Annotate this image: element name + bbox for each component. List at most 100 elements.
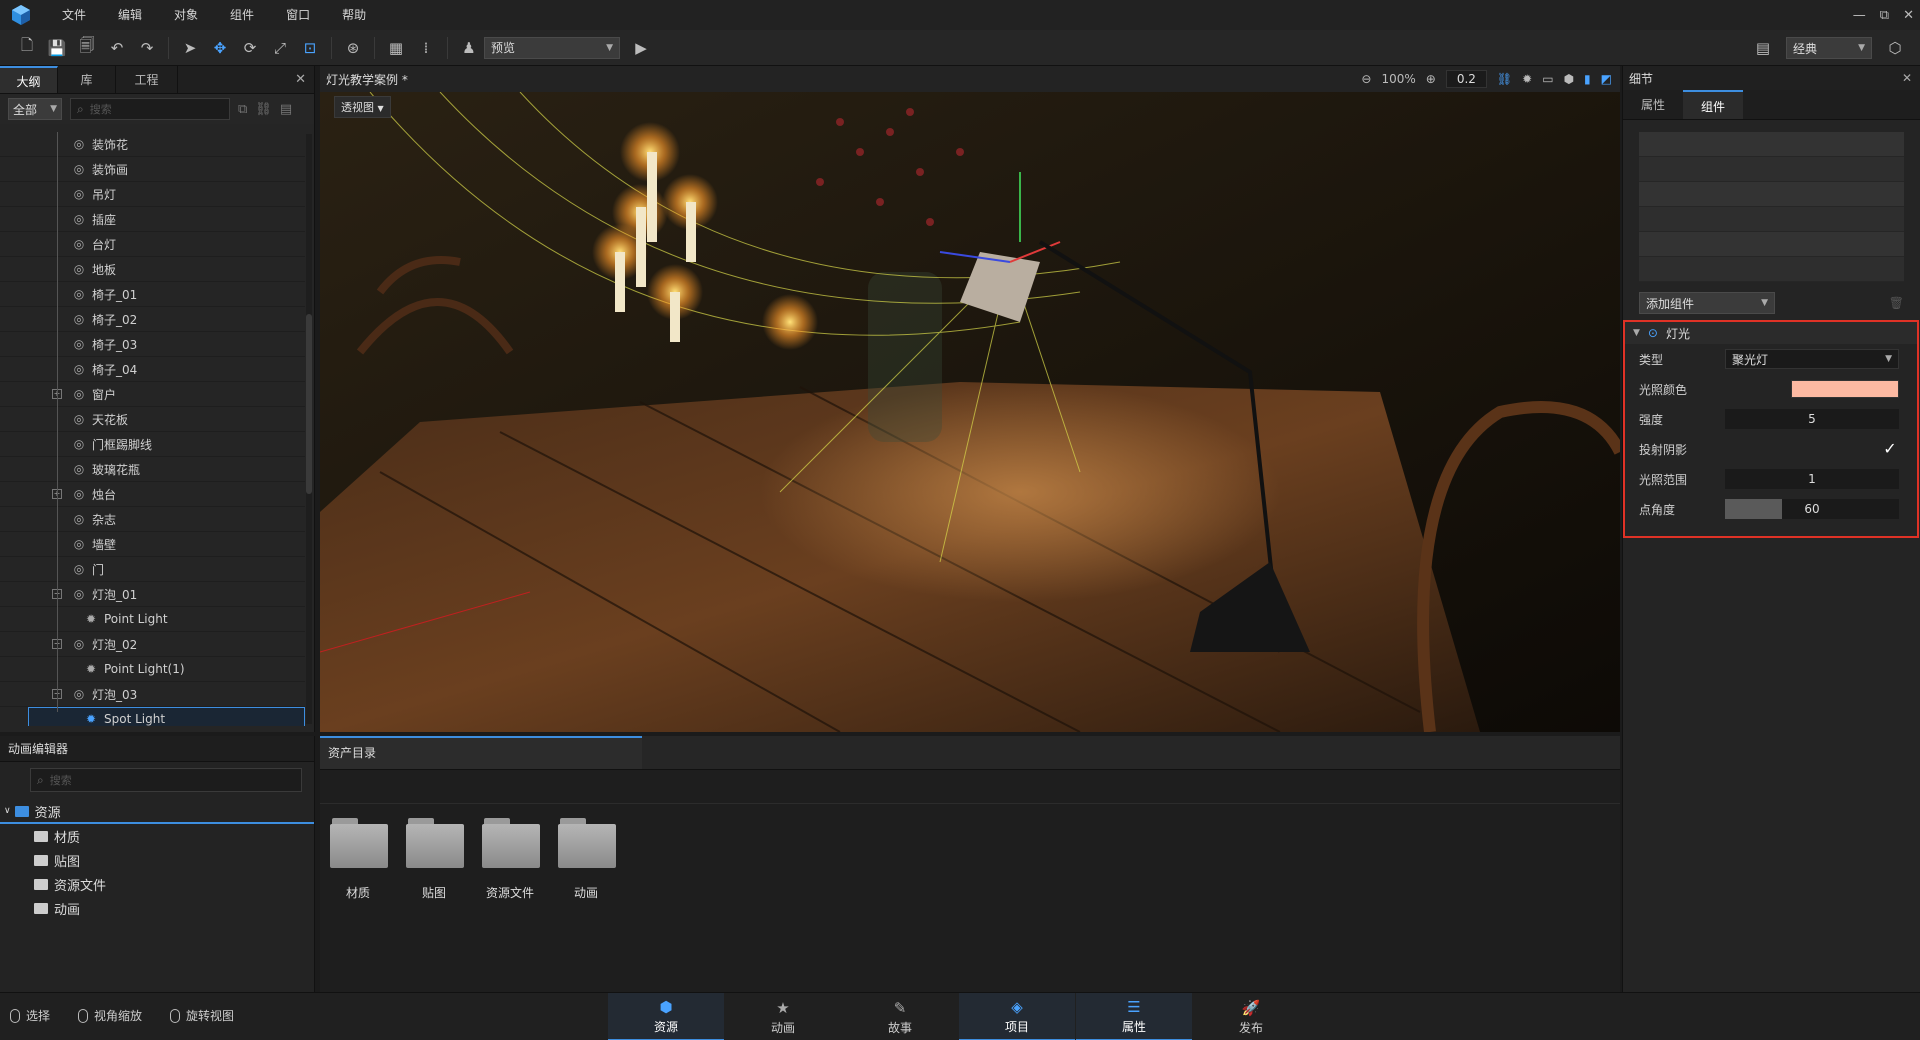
outline-item[interactable]: ◎ 插座 xyxy=(0,207,305,232)
asset-folder-item[interactable]: 动画 xyxy=(558,818,616,901)
outline-item[interactable]: ◎ 天花板 xyxy=(0,407,305,432)
save-view-icon[interactable]: ▮ xyxy=(1584,72,1591,86)
stats-icon[interactable]: ◩ xyxy=(1601,72,1612,86)
tab-project[interactable]: 工程 xyxy=(116,66,178,93)
visibility-icon[interactable]: ◎ xyxy=(72,387,86,401)
outline-item[interactable]: ◎ 地板 xyxy=(0,257,305,282)
outline-item[interactable]: −◎灯泡_03 xyxy=(0,682,305,707)
intensity-field[interactable]: 5 xyxy=(1725,409,1899,429)
outline-item[interactable]: ◎ 门框踢脚线 xyxy=(0,432,305,457)
visibility-icon[interactable]: ◎ xyxy=(72,237,86,251)
visibility-icon[interactable]: ◎ xyxy=(72,537,86,551)
outline-item[interactable]: +◎烛台 xyxy=(0,482,305,507)
visibility-icon[interactable]: ◎ xyxy=(72,462,86,476)
outline-item[interactable]: ◎ 玻璃花瓶 xyxy=(0,457,305,482)
trash-icon[interactable]: 🗑 xyxy=(1889,296,1904,310)
scrollbar-thumb[interactable] xyxy=(306,314,312,494)
character-icon[interactable]: ♟ xyxy=(454,34,484,62)
outline-item[interactable]: ✹ Point Light xyxy=(0,607,305,632)
layout-icon[interactable]: ▤ xyxy=(1748,34,1778,62)
select-tool-icon[interactable]: ➤ xyxy=(175,34,205,62)
close-icon[interactable]: ✕ xyxy=(1902,71,1912,85)
resource-folder[interactable]: 材质 xyxy=(0,824,314,848)
visibility-icon[interactable]: ◎ xyxy=(72,262,86,276)
snap-icon[interactable]: ⊛ xyxy=(338,34,368,62)
visibility-icon[interactable]: ◎ xyxy=(72,512,86,526)
tab-properties[interactable]: 属性 xyxy=(1623,90,1683,119)
scene-viewport[interactable]: 透视图 ▼ xyxy=(320,92,1620,732)
group-icon[interactable]: ⧉ xyxy=(238,102,247,117)
collapse-arrow-icon[interactable]: ▼ xyxy=(1633,328,1640,338)
zoom-in-icon[interactable]: ⊕ xyxy=(1426,72,1436,86)
outline-item[interactable]: ◎ 门 xyxy=(0,557,305,582)
visibility-icon[interactable]: ◎ xyxy=(72,412,86,426)
visibility-icon[interactable]: ◎ xyxy=(72,337,86,351)
chevron-down-icon[interactable]: ∨ xyxy=(4,806,11,816)
asset-folder-item[interactable]: 资源文件 xyxy=(482,818,540,901)
angle-slider[interactable]: 60 xyxy=(1725,499,1899,519)
menu-edit[interactable]: 编辑 xyxy=(102,0,158,30)
outline-item[interactable]: −◎灯泡_01 xyxy=(0,582,305,607)
new-file-icon[interactable]: 🗋 xyxy=(12,34,42,62)
menu-component[interactable]: 组件 xyxy=(214,0,270,30)
menu-object[interactable]: 对象 xyxy=(158,0,214,30)
outline-item[interactable]: ◎ 台灯 xyxy=(0,232,305,257)
visibility-icon[interactable]: ◎ xyxy=(72,287,86,301)
visibility-icon[interactable]: ◎ xyxy=(72,162,86,176)
close-icon[interactable]: ✕ xyxy=(295,72,306,87)
tab-outline[interactable]: 大纲 xyxy=(0,66,58,93)
resource-folder[interactable]: 贴图 xyxy=(0,848,314,872)
outline-item[interactable]: ◎ 椅子_03 xyxy=(0,332,305,357)
resource-root[interactable]: ∨ 资源 xyxy=(0,800,314,824)
save-icon[interactable]: 💾 xyxy=(42,34,72,62)
tab-components[interactable]: 组件 xyxy=(1683,90,1743,119)
tab-asset-catalog[interactable]: 资产目录 xyxy=(320,736,642,769)
outline-item[interactable]: ◎ 椅子_02 xyxy=(0,307,305,332)
animation-search-input[interactable] xyxy=(49,773,180,787)
visibility-icon[interactable]: ◎ xyxy=(72,637,86,651)
minimize-button[interactable]: — xyxy=(1853,8,1866,23)
light-color-swatch[interactable] xyxy=(1791,380,1899,398)
visibility-icon[interactable]: ◎ xyxy=(72,362,86,376)
outline-item[interactable]: +◎窗户 xyxy=(0,382,305,407)
outline-item[interactable]: ◎ 椅子_01 xyxy=(0,282,305,307)
outline-item[interactable]: ◎ 装饰花 xyxy=(0,132,305,157)
component-row[interactable] xyxy=(1639,132,1904,157)
outline-item[interactable]: ◎ 椅子_04 xyxy=(0,357,305,382)
play-icon[interactable]: ▶ xyxy=(626,34,656,62)
filter-dropdown[interactable]: 全部 ▼ xyxy=(8,98,62,120)
visibility-icon[interactable]: ◎ xyxy=(72,437,86,451)
dot-grid-icon[interactable]: ⁞ xyxy=(411,34,441,62)
outline-scrollbar[interactable] xyxy=(306,134,312,724)
asset-folder-item[interactable]: 贴图 xyxy=(406,818,464,901)
visibility-icon[interactable]: ◎ xyxy=(72,687,86,701)
outline-search-input[interactable] xyxy=(89,102,220,116)
snap-step-field[interactable]: 0.2 xyxy=(1445,70,1487,88)
component-row[interactable] xyxy=(1639,157,1904,182)
local-space-icon[interactable]: ⊡ xyxy=(295,34,325,62)
save-all-icon[interactable]: 🗐 xyxy=(72,34,102,62)
bottom-tab-2[interactable]: ✎ 故事 xyxy=(842,993,958,1040)
zoom-out-icon[interactable]: ⊖ xyxy=(1361,72,1371,86)
visibility-icon[interactable]: ◎ xyxy=(72,587,86,601)
settings-icon[interactable]: ⬡ xyxy=(1880,34,1910,62)
rotate-tool-icon[interactable]: ⟳ xyxy=(235,34,265,62)
bottom-tab-3[interactable]: ◈ 项目 xyxy=(959,993,1075,1040)
bottom-tab-5[interactable]: 🚀 发布 xyxy=(1193,993,1309,1040)
close-window-button[interactable]: ✕ xyxy=(1903,8,1914,23)
resource-folder[interactable]: 资源文件 xyxy=(0,872,314,896)
outline-item[interactable]: ✹ Spot Light xyxy=(28,707,305,726)
scale-tool-icon[interactable]: ⤢ xyxy=(265,34,295,62)
link-view-icon[interactable]: ⛓ xyxy=(1497,72,1512,86)
list-icon[interactable]: ▤ xyxy=(280,102,292,117)
visibility-icon[interactable]: ◎ xyxy=(72,187,86,201)
menu-help[interactable]: 帮助 xyxy=(326,0,382,30)
add-component-dropdown[interactable]: 添加组件 ▼ xyxy=(1639,292,1775,314)
menu-window[interactable]: 窗口 xyxy=(270,0,326,30)
grid-icon[interactable]: ▦ xyxy=(381,34,411,62)
asset-folder-item[interactable]: 材质 xyxy=(330,818,388,901)
layout-dropdown[interactable]: 经典 ▼ xyxy=(1786,37,1872,59)
undo-icon[interactable]: ↶ xyxy=(102,34,132,62)
outline-item[interactable]: ◎ 杂志 xyxy=(0,507,305,532)
visibility-icon[interactable]: ◎ xyxy=(72,137,86,151)
